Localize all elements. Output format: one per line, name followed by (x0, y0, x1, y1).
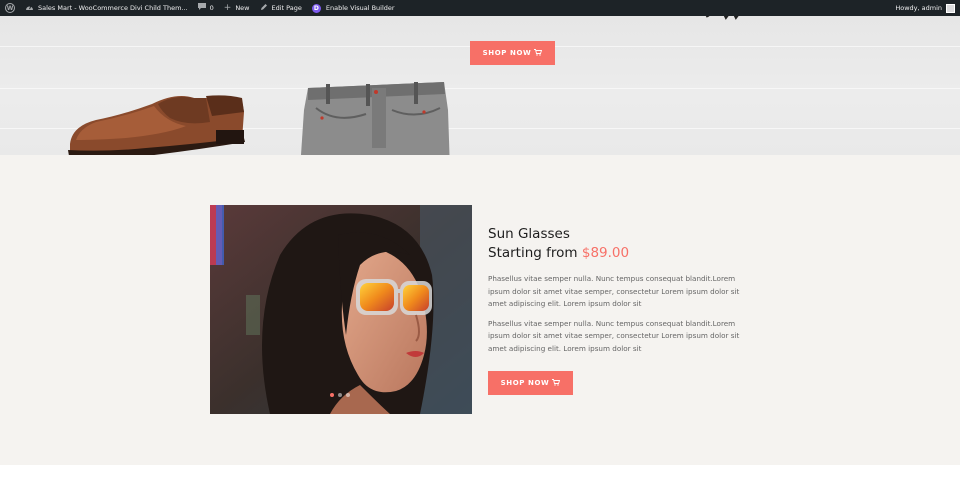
hero-shop-now-label: SHOP NOW (482, 49, 532, 57)
promo-subtitle-prefix: Starting from (488, 245, 582, 261)
woman-sunglasses-image (210, 205, 472, 414)
slider-dot[interactable] (338, 393, 342, 397)
site-name-menu[interactable]: Sales Mart - WooCommerce Divi Child Them… (20, 0, 193, 16)
divi-icon: D (311, 3, 321, 13)
plus-icon: + (223, 3, 232, 13)
slider-dot[interactable] (346, 393, 350, 397)
pants-image (301, 82, 450, 155)
new-label: New (235, 4, 250, 12)
promo-shop-now-label: SHOP NOW (500, 379, 550, 387)
hero-shop-now-button[interactable]: SHOP NOW (470, 41, 555, 65)
promo-title: Sun Glasses (488, 226, 570, 242)
pencil-icon (260, 3, 268, 13)
promo-paragraph-1: Phasellus vitae semper nulla. Nunc tempu… (488, 274, 740, 308)
avatar (946, 3, 955, 13)
promo-section: Sun Glasses Starting from $89.00 Phasell… (0, 155, 960, 465)
promo-subtitle: Starting from $89.00 (488, 244, 753, 263)
wordpress-icon: W (5, 3, 15, 13)
comments-count: 0 (209, 4, 214, 12)
cart-icon (552, 378, 561, 388)
cart-icon (534, 48, 543, 58)
dashboard-icon (25, 3, 34, 13)
promo-text-block: Sun Glasses Starting from $89.00 Phasell… (488, 225, 753, 355)
promo-price: $89.00 (581, 245, 630, 261)
slider-dot[interactable] (330, 393, 334, 397)
comment-icon (197, 3, 206, 13)
slider-dots (330, 393, 350, 397)
product-slider[interactable] (210, 205, 472, 414)
admin-bar: W Sales Mart - WooCommerce Divi Child Th… (0, 0, 960, 16)
my-account-menu[interactable]: Howdy, admin (890, 0, 960, 16)
promo-paragraph-2: Phasellus vitae semper nulla. Nunc tempu… (488, 318, 740, 353)
shoe-image (68, 95, 245, 155)
page-bottom (0, 465, 960, 485)
howdy-label: Howdy, admin (895, 4, 942, 12)
comments-menu[interactable]: 0 (193, 0, 219, 16)
hero-heading-partial (472, 16, 762, 37)
wp-logo-menu[interactable]: W (0, 0, 20, 16)
visual-builder-link[interactable]: D Enable Visual Builder (307, 0, 400, 16)
new-content-menu[interactable]: + New (219, 0, 255, 16)
visual-builder-label: Enable Visual Builder (325, 4, 395, 12)
hero-section: SHOP NOW (0, 16, 960, 155)
edit-page-link[interactable]: Edit Page (255, 0, 307, 16)
site-name-label: Sales Mart - WooCommerce Divi Child Them… (38, 4, 188, 12)
promo-shop-now-button[interactable]: SHOP NOW (488, 371, 573, 395)
edit-page-label: Edit Page (271, 4, 302, 12)
